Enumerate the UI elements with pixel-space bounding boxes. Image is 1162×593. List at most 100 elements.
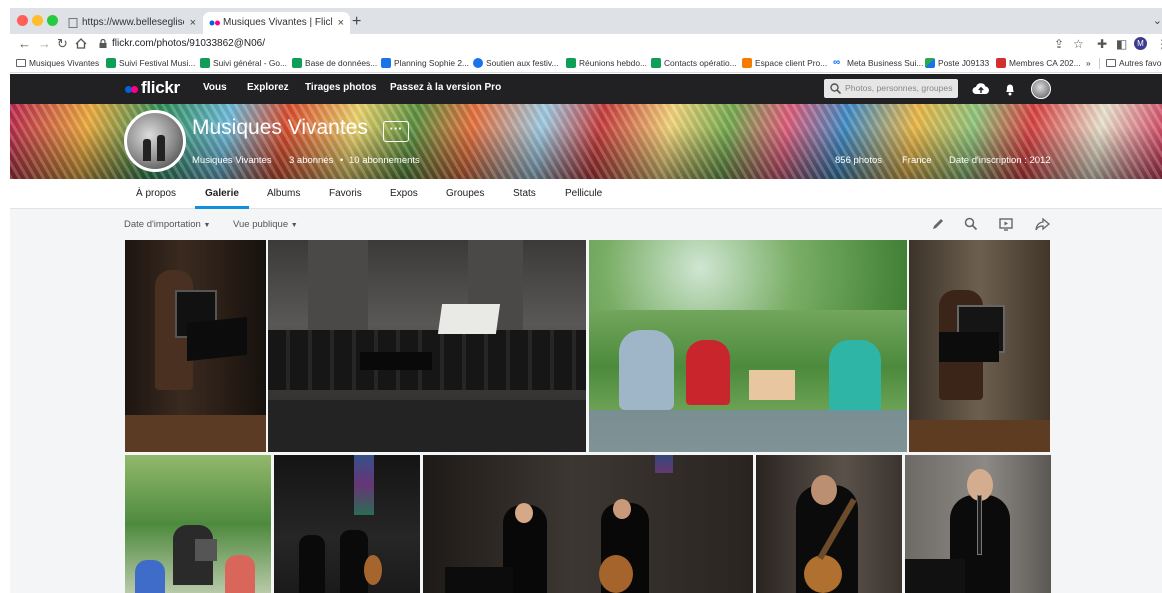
tab-flickr[interactable]: Musiques Vivantes | Flickr × — [203, 12, 350, 34]
photo-woman — [829, 340, 881, 412]
tab-groups[interactable]: Groupes — [446, 188, 484, 199]
tab-camera-roll[interactable]: Pellicule — [565, 188, 602, 199]
extensions-icon[interactable]: ✚ — [1097, 36, 1107, 52]
share-arrow-icon[interactable] — [1035, 217, 1050, 231]
bookmark-item[interactable]: Contacts opératio... — [651, 57, 737, 70]
photo-accordion-player[interactable] — [125, 240, 266, 452]
photo-face — [811, 475, 837, 505]
share-icon[interactable]: ⇪ — [1054, 36, 1064, 52]
nav-upgrade-pro[interactable]: Passez à la version Pro — [390, 82, 501, 93]
bookmark-item[interactable]: Soutien aux festiv... — [473, 57, 558, 70]
photo-stage — [909, 420, 1050, 452]
address-bar[interactable]: flickr.com/photos/91033862@N06/ — [96, 35, 1046, 53]
close-icon[interactable]: × — [190, 12, 196, 34]
bookmarks-overflow-button[interactable]: » — [1086, 57, 1091, 70]
bookmark-item[interactable]: Autres favoris — [1106, 57, 1162, 70]
tab-stats[interactable]: Stats — [513, 188, 536, 199]
photo-accordion-player-2[interactable] — [909, 240, 1050, 452]
nav-you[interactable]: Vous — [203, 82, 227, 93]
meta-icon: ∞ — [833, 57, 841, 68]
separator-dot: • — [340, 155, 344, 166]
photo-clarinet-guitar-duo[interactable] — [423, 455, 753, 593]
sort-dropdown[interactable]: Date d'importation ▼ — [124, 219, 210, 230]
sidepanel-icon[interactable]: ◧ — [1116, 36, 1127, 52]
tab-galleries[interactable]: Expos — [390, 188, 418, 199]
photo-church-stage[interactable] — [268, 240, 586, 452]
nav-prints[interactable]: Tirages photos — [305, 82, 377, 93]
bell-icon[interactable] — [1004, 82, 1016, 96]
menu-dots-icon[interactable]: ⋮ — [1156, 36, 1162, 52]
photo-blanket — [589, 410, 907, 452]
new-tab-button[interactable]: + — [352, 12, 361, 32]
photo-child — [225, 555, 255, 593]
bookmark-item[interactable]: Poste J09133 — [925, 57, 989, 70]
sheets-icon — [651, 58, 661, 68]
following-link[interactable]: 10 abonnements — [349, 155, 420, 166]
photostream: Date d'importation ▼ Vue publique ▼ — [10, 209, 1162, 593]
photo-outdoor-accordion[interactable] — [125, 455, 271, 593]
home-icon[interactable] — [75, 38, 87, 49]
photo-children-picnic[interactable] — [589, 240, 907, 452]
photo-piano-bench — [360, 352, 432, 370]
close-window-button[interactable] — [17, 15, 28, 26]
edit-pencil-icon[interactable] — [931, 217, 945, 231]
photo-child — [619, 330, 674, 410]
view-dropdown[interactable]: Vue publique ▼ — [233, 219, 298, 230]
more-options-button[interactable]: ··· — [383, 121, 409, 142]
nav-explore[interactable]: Explorez — [247, 82, 289, 93]
profile-tabs: À propos Galerie Albums Favoris Expos Gr… — [10, 179, 1162, 209]
bookmark-item[interactable]: Réunions hebdo... — [566, 57, 647, 70]
search-input[interactable]: Photos, personnes, groupes — [824, 79, 958, 98]
close-icon[interactable]: × — [338, 12, 344, 34]
bookmark-item[interactable]: Suivi Festival Musi... — [106, 57, 195, 70]
tab-title: https://www.belleseglises.com — [82, 17, 184, 28]
bookmark-item[interactable]: Espace client Pro... — [742, 57, 827, 70]
tab-belleseglises[interactable]: https://www.belleseglises.com × — [62, 12, 202, 34]
photo-musician — [299, 535, 325, 593]
profile-name: Musiques Vivantes — [192, 116, 368, 139]
tab-gallery[interactable]: Galerie — [205, 188, 239, 199]
star-icon[interactable]: ☆ — [1073, 36, 1084, 52]
upload-cloud-icon[interactable] — [972, 82, 990, 96]
tab-strip: https://www.belleseglises.com × Musiques… — [10, 8, 1162, 34]
tab-albums[interactable]: Albums — [267, 188, 300, 199]
sheets-icon — [106, 58, 116, 68]
bookmark-item[interactable]: ∞ Meta Business Sui... — [833, 57, 923, 70]
bookmark-item[interactable]: Planning Sophie 2... — [381, 57, 469, 70]
sheets-icon — [566, 58, 576, 68]
search-placeholder: Photos, personnes, groupes — [845, 83, 953, 93]
photo-sheet-music — [437, 304, 501, 334]
tab-about[interactable]: À propos — [136, 188, 176, 199]
photo-accordion — [195, 539, 217, 561]
tab-faves[interactable]: Favoris — [329, 188, 362, 199]
photo-bag — [749, 370, 795, 400]
forward-arrow-icon[interactable]: → — [38, 36, 51, 52]
bookmark-item[interactable]: Musiques Vivantes — [16, 57, 99, 70]
tab-title: Musiques Vivantes | Flickr — [223, 17, 332, 28]
photo-floor — [268, 400, 586, 452]
photo-clarinetist[interactable] — [905, 455, 1051, 593]
photo-face — [613, 499, 631, 519]
search-icon[interactable] — [964, 217, 978, 231]
profile-avatar-large[interactable] — [124, 110, 186, 172]
minimize-window-button[interactable] — [32, 15, 43, 26]
flickr-icon — [209, 20, 220, 26]
back-arrow-icon[interactable]: ← — [18, 36, 31, 52]
photo-child — [686, 340, 730, 405]
photo-stained-glass — [354, 455, 374, 515]
reload-icon[interactable]: ↻ — [57, 36, 68, 52]
followers-link[interactable]: 3 abonnés — [289, 155, 333, 166]
profile-avatar[interactable]: M — [1134, 37, 1147, 50]
bookmark-item[interactable]: Membres CA 202... — [996, 57, 1081, 70]
sheets-icon — [292, 58, 302, 68]
sheets-icon — [200, 58, 210, 68]
bookmark-item[interactable]: Suivi général - Go... — [200, 57, 287, 70]
chevron-down-icon[interactable]: ⌄ — [1153, 14, 1162, 27]
maximize-window-button[interactable] — [47, 15, 58, 26]
user-avatar[interactable] — [1031, 79, 1051, 99]
caret-down-icon: ▼ — [290, 222, 298, 229]
photo-guitarist[interactable] — [756, 455, 902, 593]
slideshow-icon[interactable] — [999, 217, 1013, 231]
bookmark-item[interactable]: Base de données... — [292, 57, 377, 70]
photo-duo-stained-glass[interactable] — [274, 455, 420, 593]
